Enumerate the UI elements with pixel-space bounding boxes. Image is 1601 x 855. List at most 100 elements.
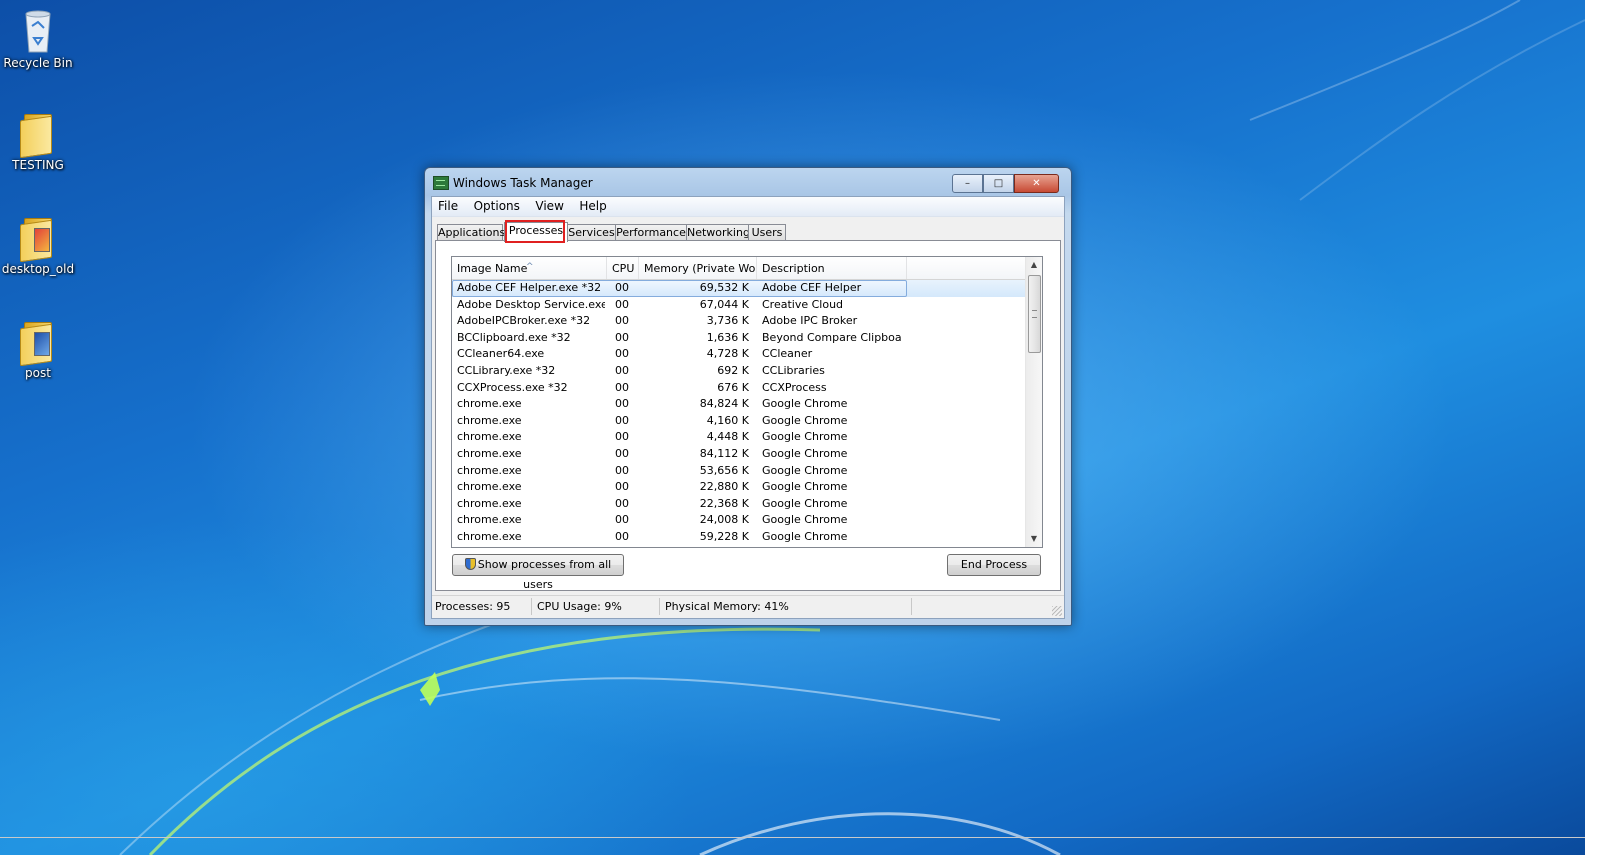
table-row[interactable]: BCClipboard.exe *32 00 1,636 K Beyond Compa… — [452, 330, 1025, 347]
cell-memory: 1,636 K — [706, 330, 749, 344]
cell-cpu: 00 — [615, 397, 629, 411]
table-row[interactable]: chrome.exe 00 22,880 K Google Chrome — [452, 479, 1025, 496]
status-physical-memory: Physical Memory: 41% — [662, 598, 912, 615]
maximize-button[interactable]: □ — [983, 174, 1014, 193]
cell-image-name: CCLibrary.exe *32 — [457, 363, 556, 377]
tab-users[interactable]: Users — [748, 224, 786, 241]
cell-memory: 676 K — [717, 380, 749, 394]
cell-image-name: chrome.exe — [457, 413, 522, 427]
cell-image-name: Adobe Desktop Service.exe ... — [457, 297, 605, 311]
icon-label: TESTING — [12, 158, 64, 172]
cell-memory: 22,368 K — [699, 496, 749, 510]
scroll-down-icon[interactable]: ▼ — [1026, 531, 1042, 547]
close-button[interactable]: ✕ — [1014, 174, 1059, 193]
cell-image-name: chrome.exe — [457, 480, 522, 494]
minimize-button[interactable]: – — [952, 174, 983, 193]
column-cpu[interactable]: CPU — [607, 257, 639, 279]
button-label: Show processes from all users — [477, 558, 612, 591]
table-row[interactable]: AdobeIPCBroker.exe *32 00 3,736 K Adobe IPC… — [452, 313, 1025, 330]
cell-description: Creative Cloud — [762, 297, 844, 311]
sort-arrow-icon: ^ — [526, 262, 534, 272]
menu-file[interactable]: File — [432, 197, 464, 215]
process-rows: Adobe CEF Helper.exe *32 00 69,532 K Adobe … — [452, 280, 1025, 546]
tab-services[interactable]: Services — [567, 224, 616, 241]
cell-memory: 69,532 K — [699, 281, 749, 294]
cell-description: Google Chrome — [762, 397, 848, 411]
table-row[interactable]: chrome.exe 00 53,656 K Google Chrome — [452, 463, 1025, 480]
title-bar[interactable]: Windows Task Manager – □ ✕ — [431, 174, 1065, 193]
cell-cpu: 00 — [615, 513, 629, 527]
recycle-bin-shortcut[interactable]: Recycle Bin — [0, 8, 76, 70]
cell-memory: 24,008 K — [699, 513, 749, 527]
menu-help[interactable]: Help — [573, 197, 612, 215]
post-folder-shortcut[interactable]: post — [0, 318, 76, 380]
cell-description: Google Chrome — [762, 513, 848, 527]
testing-folder-shortcut[interactable]: TESTING — [0, 110, 76, 172]
cell-image-name: CCXProcess.exe *32 — [457, 380, 568, 394]
cell-description: Google Chrome — [762, 446, 848, 460]
column-label: Description — [762, 262, 825, 275]
icon-label: post — [25, 366, 51, 380]
table-row[interactable]: chrome.exe 00 24,008 K Google Chrome — [452, 512, 1025, 529]
column-memory[interactable]: Memory (Private Wo... — [639, 257, 757, 279]
resize-grip-icon[interactable] — [1052, 606, 1062, 616]
cell-cpu: 00 — [615, 347, 629, 361]
cell-memory: 4,160 K — [706, 413, 749, 427]
table-row[interactable]: chrome.exe 00 4,160 K Google Chrome — [452, 413, 1025, 430]
column-image-name[interactable]: Image Name ^ — [452, 257, 607, 279]
cell-image-name: chrome.exe — [457, 529, 522, 543]
end-process-button[interactable]: End Process — [947, 554, 1041, 576]
table-row[interactable]: CCLibrary.exe *32 00 692 K CCLibraries — [452, 363, 1025, 380]
desktop-old-folder-shortcut[interactable]: desktop_old — [0, 214, 76, 276]
process-list-header: Image Name ^ CPU Memory (Private Wo... D… — [452, 257, 1025, 280]
cell-cpu: 00 — [615, 430, 629, 444]
status-cpu-usage: CPU Usage: 9% — [534, 598, 660, 615]
table-row[interactable]: Adobe CEF Helper.exe *32 00 69,532 K Adobe … — [452, 280, 1025, 297]
close-icon: ✕ — [1032, 178, 1041, 189]
cell-description: Google Chrome — [762, 480, 848, 494]
tab-networking[interactable]: Networking — [686, 224, 750, 241]
table-row[interactable]: chrome.exe 00 59,228 K Google Chrome — [452, 529, 1025, 546]
cell-cpu: 00 — [615, 363, 629, 377]
cell-memory: 53,656 K — [699, 463, 749, 477]
tab-processes[interactable]: Processes — [504, 222, 568, 242]
table-row[interactable]: CCleaner64.exe 00 4,728 K CCleaner — [452, 346, 1025, 363]
scroll-thumb[interactable] — [1028, 275, 1041, 353]
table-row[interactable]: chrome.exe 00 4,448 K Google Chrome — [452, 429, 1025, 446]
cell-description: Adobe CEF Helper — [762, 281, 862, 294]
column-description[interactable]: Description — [757, 257, 907, 279]
scroll-up-icon[interactable]: ▲ — [1026, 257, 1042, 273]
show-all-users-button[interactable]: Show processes from all users — [452, 554, 624, 591]
folder-icon — [18, 214, 58, 263]
cell-image-name: chrome.exe — [457, 463, 522, 477]
cell-memory: 4,728 K — [706, 347, 749, 361]
cell-image-name: BCClipboard.exe *32 — [457, 330, 571, 344]
menu-view[interactable]: View — [529, 197, 569, 215]
cell-image-name: chrome.exe — [457, 496, 522, 510]
menu-options[interactable]: Options — [468, 197, 526, 215]
cell-cpu: 00 — [615, 463, 629, 477]
cell-cpu: 00 — [615, 446, 629, 460]
table-row[interactable]: chrome.exe 00 84,824 K Google Chrome — [452, 396, 1025, 413]
vertical-scrollbar[interactable]: ▲ ▼ — [1025, 257, 1042, 547]
cell-cpu: 00 — [615, 314, 629, 328]
cell-image-name: CCleaner64.exe — [457, 347, 545, 361]
cell-description: Google Chrome — [762, 463, 848, 477]
table-row[interactable]: CCXProcess.exe *32 00 676 K CCXProcess — [452, 380, 1025, 397]
cell-cpu: 00 — [615, 529, 629, 543]
cell-image-name: chrome.exe — [457, 446, 522, 460]
table-row[interactable]: chrome.exe 00 22,368 K Google Chrome — [452, 496, 1025, 513]
cell-cpu: 00 — [615, 281, 629, 294]
cell-memory: 84,824 K — [699, 397, 749, 411]
button-label: End Process — [960, 558, 1028, 571]
desktop: Recycle Bin TESTING desktop_old post Win… — [0, 0, 1585, 855]
cell-memory: 67,044 K — [699, 297, 749, 311]
tab-applications[interactable]: Applications — [437, 224, 505, 241]
cell-description: Google Chrome — [762, 430, 848, 444]
tab-performance[interactable]: Performance — [615, 224, 687, 241]
column-label: Memory (Private Wo... — [644, 262, 757, 275]
table-row[interactable]: chrome.exe 00 84,112 K Google Chrome — [452, 446, 1025, 463]
cell-description: Google Chrome — [762, 413, 848, 427]
process-list[interactable]: Image Name ^ CPU Memory (Private Wo... D… — [451, 256, 1043, 548]
table-row[interactable]: Adobe Desktop Service.exe ... 00 67,044 K C… — [452, 297, 1025, 314]
